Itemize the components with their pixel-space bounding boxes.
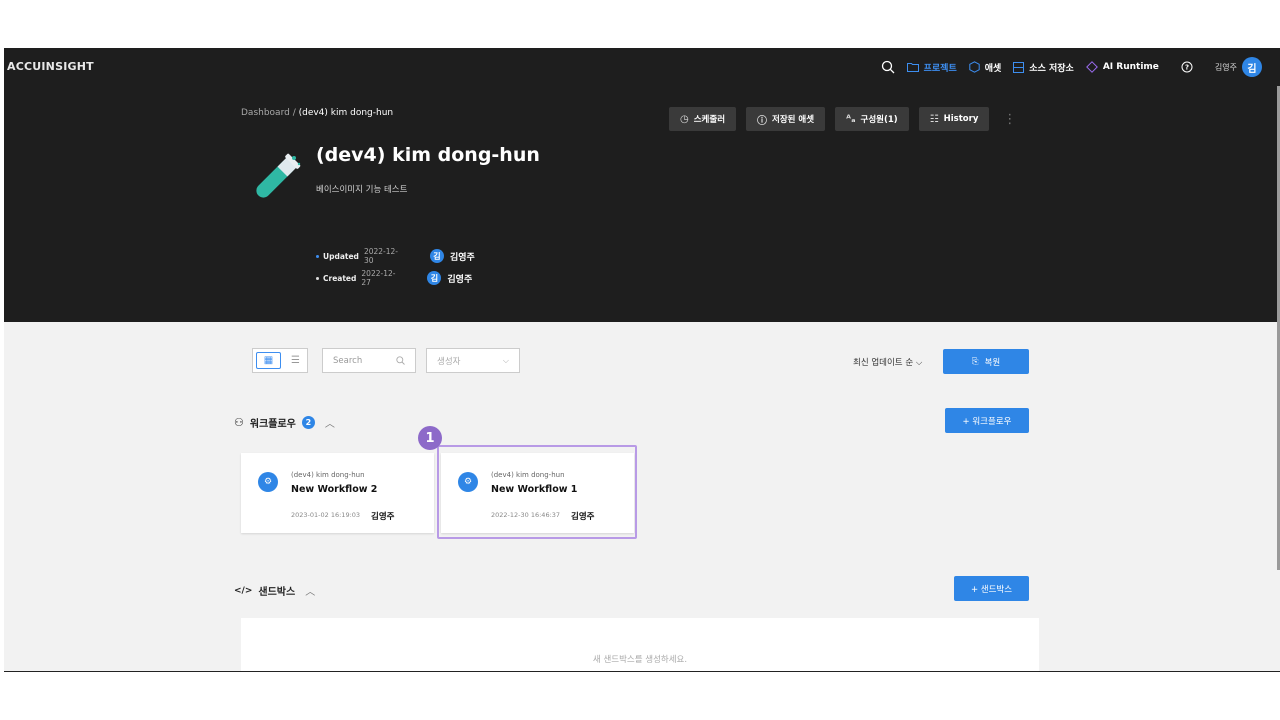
workflow-title: 워크플로우 [249, 419, 296, 430]
created-by: 김영주 [447, 274, 473, 285]
scheduler-label: 스케줄러 [693, 115, 726, 125]
created-label: Created [323, 273, 357, 283]
saved-asset-label: 저장된 애셋 [772, 115, 815, 125]
workflow-section-header: ⚇ 워크플로우 2 ︿ [234, 415, 335, 430]
workflow-count-badge: 2 [301, 416, 315, 429]
more-menu-icon[interactable]: ⋮ [1003, 112, 1016, 127]
restore-button[interactable]: ⎘ 복원 [943, 349, 1029, 374]
step-badge: 1 [418, 426, 442, 450]
user-name[interactable]: 김영주 [1215, 62, 1237, 73]
breadcrumb-current: (dev4) kim dong-hun [298, 108, 394, 118]
updated-label: Updated [323, 251, 359, 261]
highlight-box [437, 445, 637, 539]
creator-select[interactable]: 생성자 ⌵ [426, 348, 520, 373]
clock-icon: ◷ [680, 113, 689, 125]
hexagon-icon [969, 61, 980, 73]
add-workflow-button[interactable]: + 워크플로우 [945, 408, 1029, 433]
scheduler-button[interactable]: ◷ 스케줄러 [669, 107, 737, 131]
status-dot [316, 276, 319, 280]
search-icon [396, 356, 405, 365]
restore-icon: ⎘ [971, 356, 979, 367]
sandbox-empty-text: 새 샌드박스를 생성하세요. [592, 655, 688, 665]
nav-project-label: 프로젝트 [923, 63, 957, 74]
search-icon[interactable] [881, 60, 895, 74]
app-logo[interactable]: ACCUINSIGHT [7, 60, 94, 73]
workflow-card-project: (dev4) kim dong-hun [291, 471, 365, 479]
workflow-icon: ⚇ [234, 416, 244, 429]
chevron-down-icon: ⌵ [915, 358, 923, 368]
nav-ai-runtime-label: AI Runtime [1102, 62, 1159, 72]
nav-project[interactable]: 프로젝트 [906, 61, 957, 74]
nav-source-repo-label: 소스 저장소 [1029, 63, 1074, 74]
nav-source-repo[interactable]: 소스 저장소 [1013, 61, 1074, 74]
history-label: History [943, 114, 979, 124]
updated-date: 2022-12-30 [363, 247, 398, 265]
chevron-up-icon[interactable]: ︿ [305, 583, 315, 598]
folder-icon [906, 63, 919, 72]
storage-icon [1013, 61, 1025, 73]
workflow-card-date: 2023-01-02 16:19:03 [291, 511, 361, 519]
info-icon: ⓘ [757, 115, 768, 127]
app-window: ACCUINSIGHT 프로젝트 애셋 소스 저장소 AI Runtime ? … [4, 48, 1280, 672]
list-icon: ☷ [929, 113, 939, 125]
help-icon[interactable]: ? [1181, 61, 1193, 73]
nav-asset-label: 애셋 [984, 63, 1002, 74]
code-icon: </> [234, 585, 253, 596]
project-description: 베이스이미지 기능 테스트 [316, 185, 408, 195]
nav-asset[interactable]: 애셋 [969, 61, 1002, 74]
header-actions: ◷ 스케줄러 ⓘ 저장된 애셋 ᴬₐ 구성원(1) ☷ History ⋮ [669, 107, 1016, 131]
created-date: 2022-12-27 [361, 269, 396, 287]
restore-label: 복원 [984, 357, 1001, 368]
breadcrumb-dashboard[interactable]: Dashboard [241, 108, 290, 118]
view-toggle: ▦ ☰ [252, 348, 308, 373]
members-button[interactable]: ᴬₐ 구성원(1) [835, 107, 909, 131]
breadcrumb: Dashboard / (dev4) kim dong-hun [241, 108, 393, 118]
status-dot [316, 254, 319, 258]
avatar: 김 [427, 271, 442, 285]
add-sandbox-button[interactable]: + 샌드박스 [954, 576, 1029, 601]
breadcrumb-separator: / [289, 108, 299, 118]
saved-asset-button[interactable]: ⓘ 저장된 애셋 [746, 107, 826, 131]
nav-ai-runtime[interactable]: AI Runtime [1085, 61, 1159, 73]
creator-placeholder: 생성자 [437, 356, 461, 367]
sort-label: 최신 업데이트 순 [853, 358, 914, 368]
list-view-icon[interactable]: ☰ [284, 349, 307, 372]
svg-text:?: ? [1185, 64, 1189, 72]
sandbox-title: 샌드박스 [258, 587, 296, 598]
workflow-card-name: New Workflow 2 [291, 484, 378, 495]
sandbox-section-header: </> 샌드박스 ︿ [234, 583, 315, 599]
diamond-icon [1085, 61, 1098, 73]
avatar: 김 [429, 249, 444, 263]
history-button[interactable]: ☷ History [918, 107, 990, 131]
workflow-card-user: 김영주 [371, 512, 395, 522]
sandbox-empty-panel: 새 샌드박스를 생성하세요. [241, 618, 1039, 672]
chevron-down-icon: ⌵ [502, 355, 509, 365]
users-icon: ᴬₐ [846, 113, 856, 125]
grid-view-icon[interactable]: ▦ [256, 352, 281, 369]
top-nav: ACCUINSIGHT 프로젝트 애셋 소스 저장소 AI Runtime ? … [4, 48, 1280, 86]
workflow-card[interactable]: ⚙ (dev4) kim dong-hun New Workflow 2 202… [241, 453, 434, 533]
test-tube-icon [256, 153, 301, 198]
project-header: Dashboard / (dev4) kim dong-hun ◷ 스케줄러 ⓘ… [4, 86, 1280, 322]
created-meta: Created 2022-12-27 김 김영주 [316, 269, 472, 287]
user-avatar[interactable]: 김 [1242, 57, 1262, 77]
search-placeholder: Search [333, 355, 363, 366]
page-title: (dev4) kim dong-hun [316, 144, 540, 166]
chevron-up-icon[interactable]: ︿ [325, 415, 335, 430]
updated-by: 김영주 [449, 252, 475, 263]
members-label: 구성원(1) [860, 115, 898, 125]
updated-meta: Updated 2022-12-30 김 김영주 [316, 247, 475, 265]
workflow-card-icon: ⚙ [258, 472, 278, 492]
nav-menu: 프로젝트 애셋 소스 저장소 AI Runtime ? 김영주 김 [869, 48, 1262, 86]
window-bottom-border [4, 671, 1280, 672]
search-input[interactable]: Search [322, 348, 416, 373]
sort-dropdown[interactable]: 최신 업데이트 순 ⌵ [853, 356, 922, 368]
